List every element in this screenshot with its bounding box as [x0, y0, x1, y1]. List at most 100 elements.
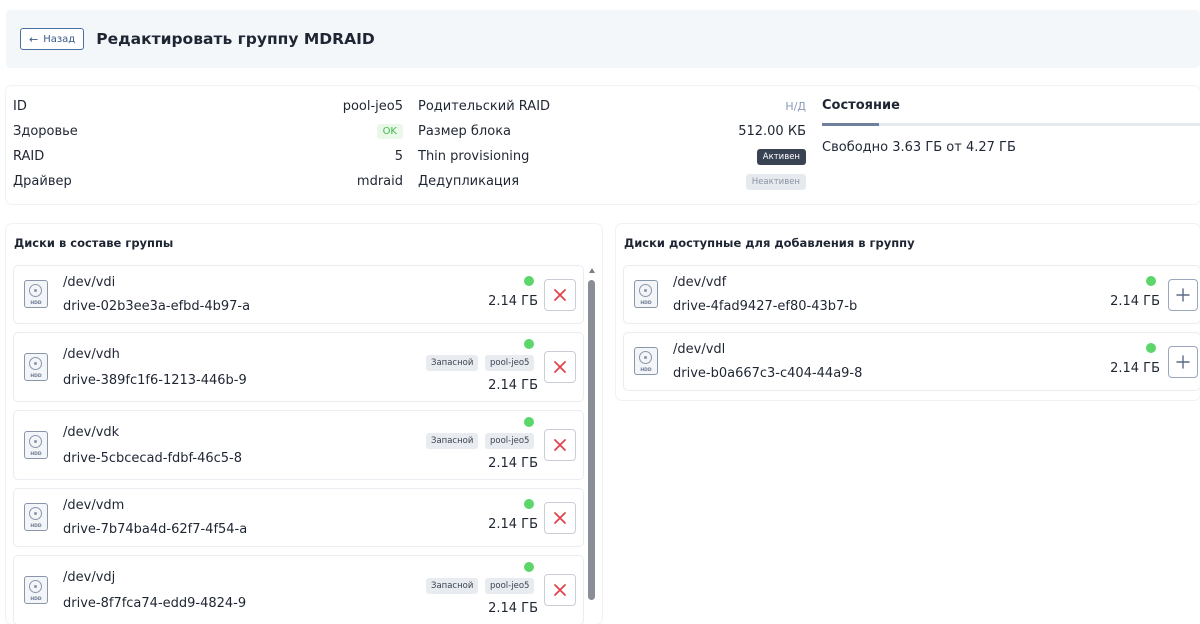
back-button-label: Назад [43, 33, 76, 45]
member-disks-scrollbar[interactable] [588, 268, 596, 624]
info-label: ID [13, 99, 27, 114]
health-status-badge: OK [376, 124, 403, 139]
hdd-icon: HDD [24, 353, 48, 381]
disk-size: 2.14 ГБ [488, 378, 538, 393]
capacity-progress-fill [822, 123, 879, 126]
info-value: pool-jeo5 [342, 99, 403, 114]
remove-disk-button[interactable] [544, 351, 576, 383]
scroll-up-icon[interactable] [589, 268, 595, 273]
info-row-id: ID pool-jeo5 [13, 94, 403, 119]
disk-drive-id: drive-02b3ee3a-efbd-4b97-a [63, 299, 251, 314]
info-label: Дедупликация [418, 174, 520, 189]
disk-size: 2.14 ГБ [488, 294, 538, 309]
disk-size: 2.14 ГБ [488, 456, 538, 471]
plus-icon [1176, 355, 1190, 369]
disk-drive-id: drive-b0a667c3-c404-44a9-8 [673, 366, 863, 381]
disk-drive-id: drive-389fc1f6-1213-446b-9 [63, 373, 247, 388]
member-disk-card: HDD /dev/vdi drive-02b3ee3a-efbd-4b97-a … [14, 266, 583, 323]
info-value: 5 [394, 149, 403, 164]
hdd-icon: HDD [24, 280, 48, 308]
add-disk-button[interactable] [1168, 346, 1198, 378]
status-online-icon [524, 276, 534, 286]
remove-disk-button[interactable] [544, 429, 576, 461]
status-online-icon [524, 562, 534, 572]
member-disks-title: Диски в составе группы [14, 236, 174, 250]
disk-tag-pool: pool-jeo5 [485, 433, 535, 449]
disk-device-name: /dev/vdh [63, 347, 120, 362]
close-icon [554, 439, 566, 451]
close-icon [554, 512, 566, 524]
info-label: Здоровье [13, 124, 78, 139]
member-disk-card: HDD /dev/vdj drive-8f7fca74-edd9-4824-9 … [14, 556, 583, 624]
status-online-icon [1146, 276, 1156, 286]
disk-tag-pool: pool-jeo5 [485, 578, 535, 594]
disk-tag-pool: pool-jeo5 [485, 355, 535, 371]
back-button[interactable]: ← Назад [20, 28, 85, 50]
disk-drive-id: drive-5cbcecad-fdbf-46c5-8 [63, 451, 243, 466]
disk-device-name: /dev/vdl [673, 342, 726, 357]
close-icon [554, 361, 566, 373]
available-disks-title: Диски доступные для добавления в группу [624, 236, 915, 250]
member-disk-card: HDD /dev/vdm drive-7b74ba4d-62f7-4f54-a … [14, 489, 583, 546]
info-label: Родительский RAID [418, 99, 551, 114]
status-online-icon [1146, 343, 1156, 353]
disk-size: 2.14 ГБ [1110, 361, 1160, 376]
capacity-text: Свободно 3.63 ГБ от 4.27 ГБ [822, 140, 1016, 155]
add-disk-button[interactable] [1168, 279, 1198, 311]
close-icon [554, 289, 566, 301]
info-value: Н/Д [785, 100, 806, 113]
disk-device-name: /dev/vdm [63, 498, 125, 513]
disk-device-name: /dev/vdf [673, 275, 727, 290]
member-disks-panel: Диски в составе группы HDD /dev/vdi driv… [6, 224, 602, 624]
remove-disk-button[interactable] [544, 502, 576, 534]
disk-drive-id: drive-4fad9427-ef80-43b7-b [673, 299, 858, 314]
disk-size: 2.14 ГБ [1110, 294, 1160, 309]
page-title: Редактировать группу MDRAID [96, 30, 375, 48]
member-disks-list: HDD /dev/vdi drive-02b3ee3a-efbd-4b97-a … [14, 266, 583, 624]
info-column-right: Родительский RAID Н/Д Размер блока 512.0… [418, 94, 806, 194]
disk-tag-spare: Запасной [426, 578, 479, 594]
available-disks-list: HDD /dev/vdf drive-4fad9427-ef80-43b7-b … [624, 266, 1200, 400]
status-online-icon [524, 499, 534, 509]
disk-device-name: /dev/vdi [63, 275, 116, 290]
disk-size: 2.14 ГБ [488, 517, 538, 532]
remove-disk-button[interactable] [544, 279, 576, 311]
arrow-left-icon: ← [29, 32, 39, 46]
available-disk-card: HDD /dev/vdf drive-4fad9427-ef80-43b7-b … [624, 266, 1200, 323]
disk-device-name: /dev/vdj [63, 570, 116, 585]
hdd-icon: HDD [24, 576, 48, 604]
info-value: mdraid [356, 174, 403, 189]
info-row-raid: RAID 5 [13, 144, 403, 169]
scroll-thumb[interactable] [588, 280, 595, 600]
dedup-badge: Неактивен [745, 173, 806, 190]
member-disk-card: HDD /dev/vdk drive-5cbcecad-fdbf-46c5-8 … [14, 411, 583, 479]
hdd-icon: HDD [24, 431, 48, 459]
available-disks-panel: Диски доступные для добавления в группу … [616, 224, 1200, 400]
info-value: 512.00 КБ [738, 124, 806, 139]
info-label: Драйвер [13, 174, 72, 189]
close-icon [554, 584, 566, 596]
group-info-card: ID pool-jeo5 Здоровье OK RAID 5 Драйвер … [6, 86, 1200, 204]
capacity-progress-bar [822, 123, 1200, 126]
info-row-health: Здоровье OK [13, 119, 403, 144]
remove-disk-button[interactable] [544, 574, 576, 606]
status-online-icon [524, 417, 534, 427]
state-title: Состояние [822, 98, 900, 113]
state-section: Состояние Свободно 3.63 ГБ от 4.27 ГБ [822, 98, 1200, 155]
disk-tag-spare: Запасной [426, 355, 479, 371]
disk-device-name: /dev/vdk [63, 425, 120, 440]
info-label: RAID [13, 149, 45, 164]
disk-drive-id: drive-8f7fca74-edd9-4824-9 [63, 596, 247, 611]
disk-tag-spare: Запасной [426, 433, 479, 449]
available-disk-card: HDD /dev/vdl drive-b0a667c3-c404-44a9-8 … [624, 333, 1200, 390]
hdd-icon: HDD [634, 280, 658, 308]
info-column-left: ID pool-jeo5 Здоровье OK RAID 5 Драйвер … [13, 94, 403, 194]
hdd-icon: HDD [24, 503, 48, 531]
info-row-thin-provisioning: Thin provisioning Активен [418, 144, 806, 169]
thin-provisioning-badge: Активен [756, 148, 806, 165]
status-online-icon [524, 339, 534, 349]
info-row-dedup: Дедупликация Неактивен [418, 169, 806, 194]
info-row-block-size: Размер блока 512.00 КБ [418, 119, 806, 144]
page-header: ← Назад Редактировать группу MDRAID [6, 10, 1200, 68]
info-label: Thin provisioning [418, 149, 530, 164]
